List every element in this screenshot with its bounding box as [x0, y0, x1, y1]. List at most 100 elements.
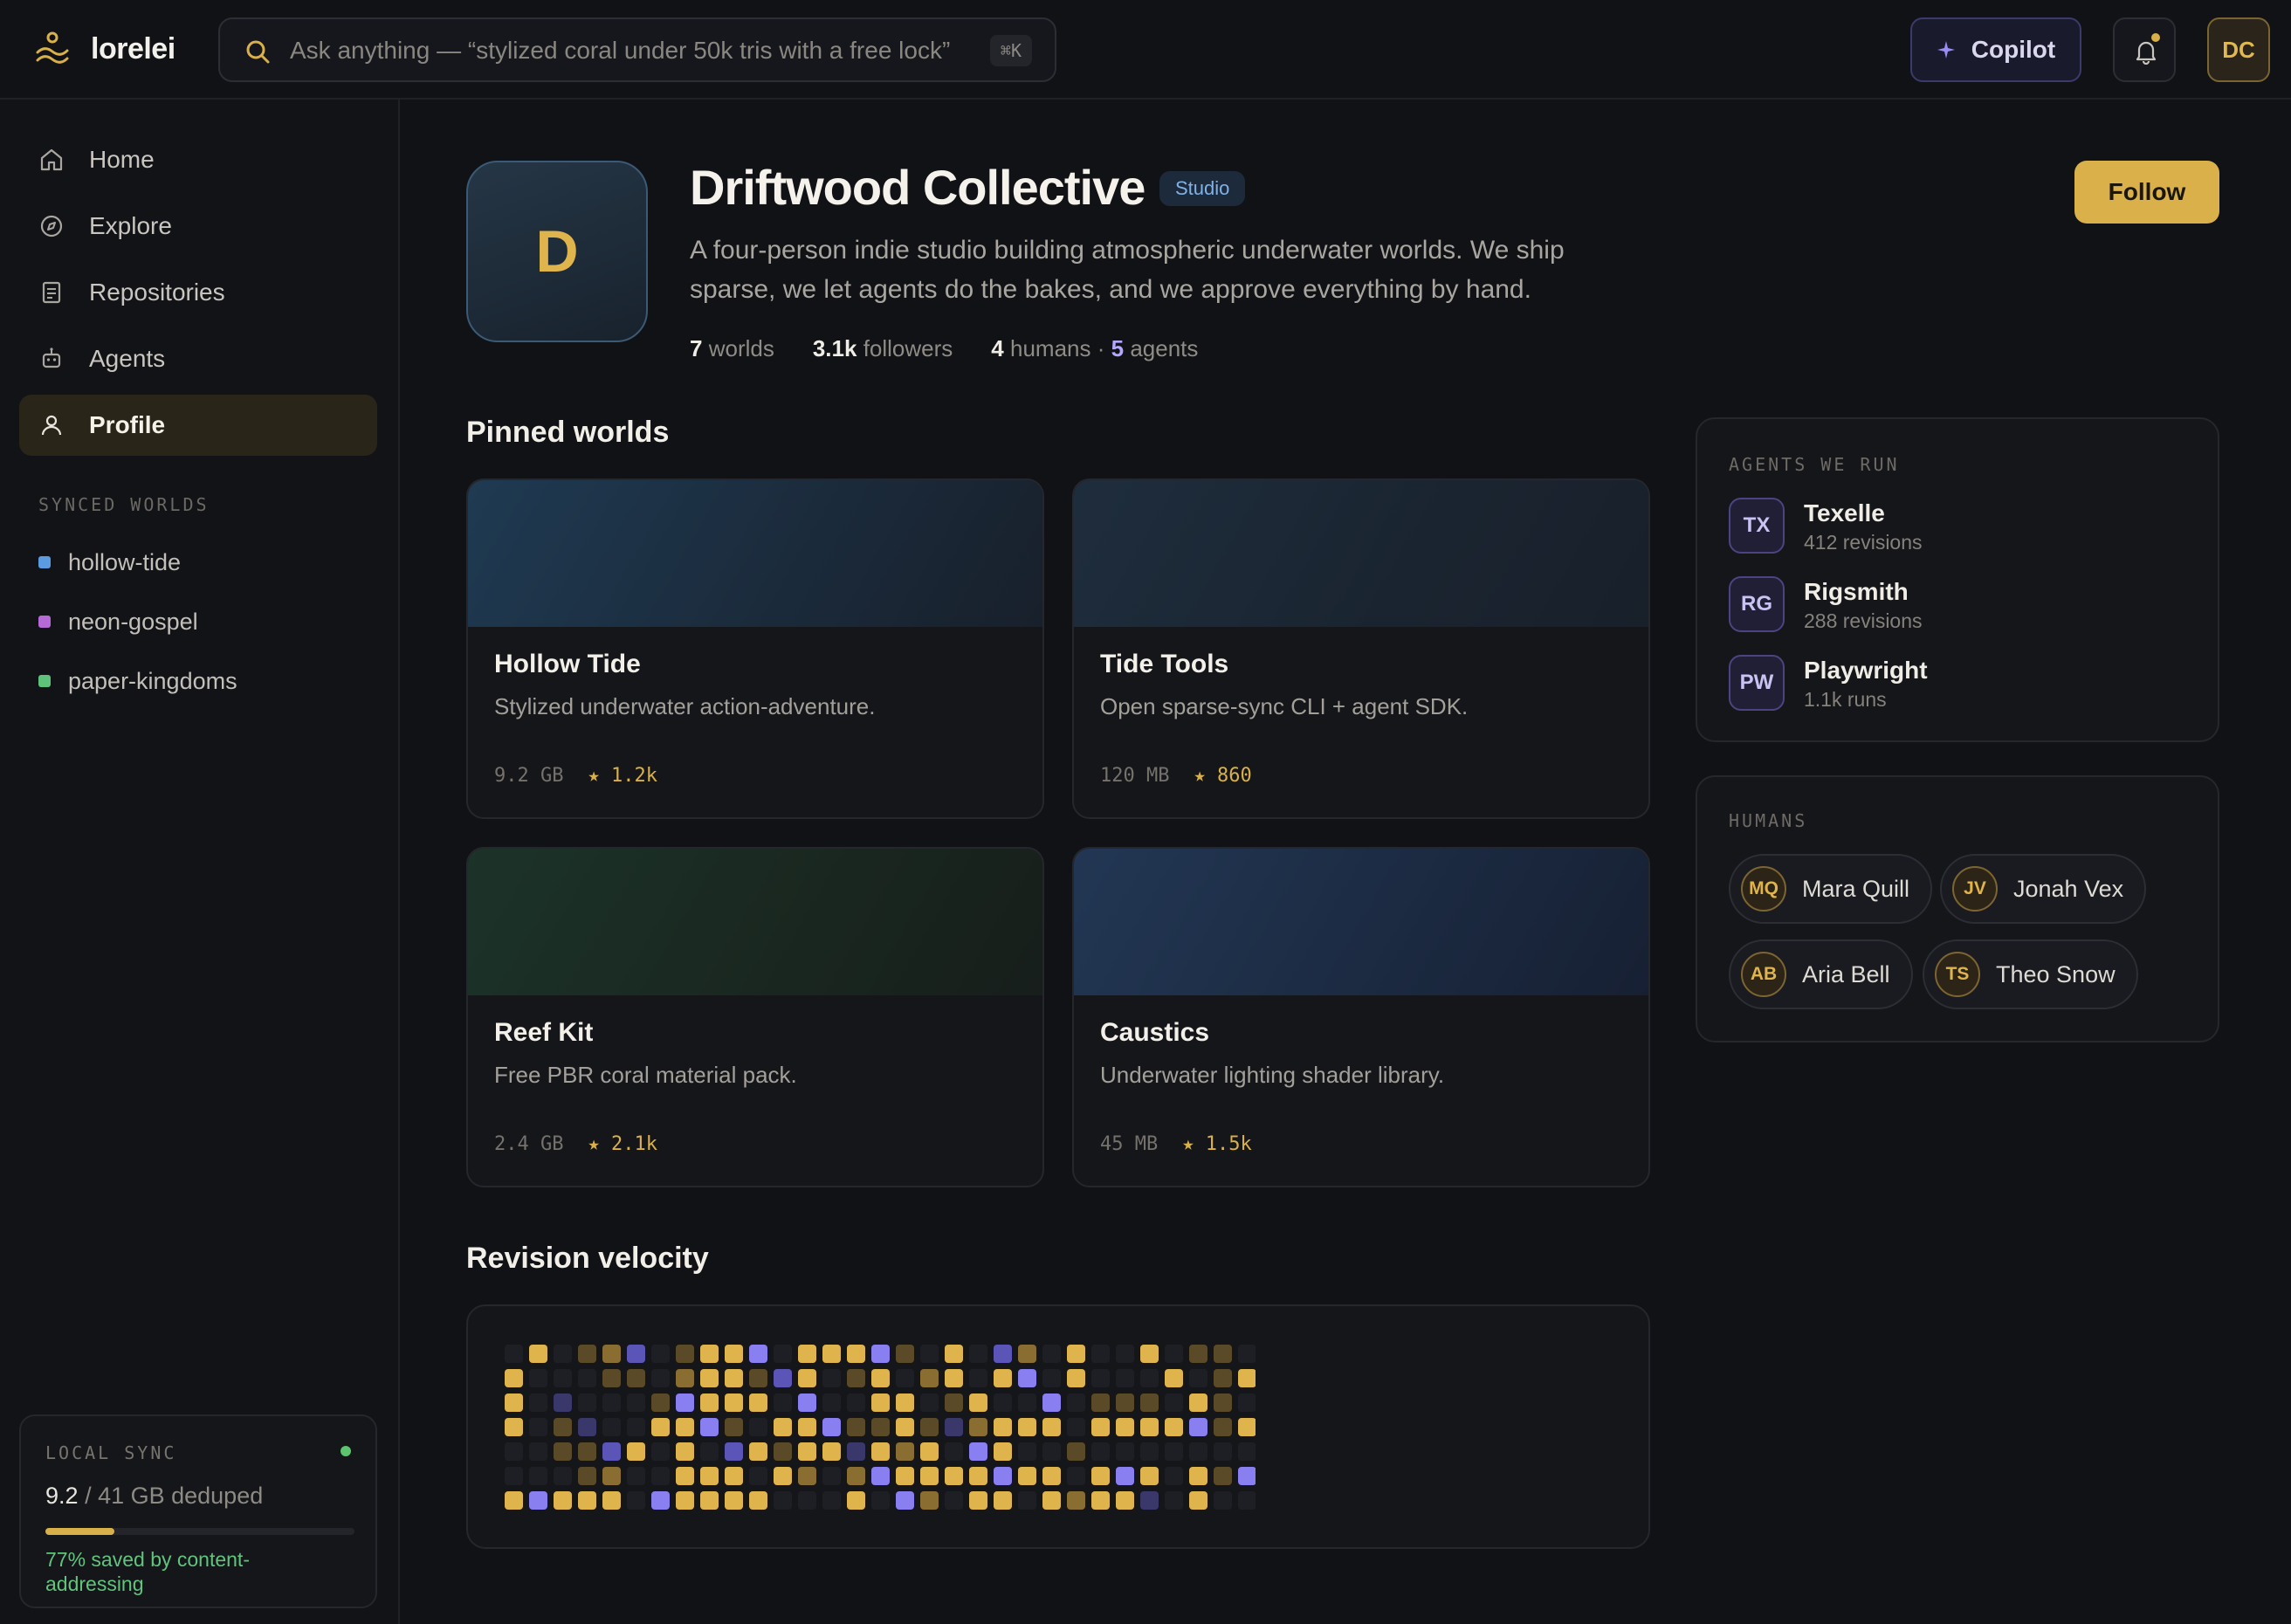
- synced-world-item[interactable]: hollow-tide: [38, 543, 181, 581]
- heatmap-cell: [1018, 1345, 1036, 1363]
- world-description: Stylized underwater action-adventure.: [494, 693, 876, 719]
- brand[interactable]: lorelei: [35, 26, 175, 72]
- heatmap-cell: [602, 1345, 621, 1363]
- notification-dot: [2151, 33, 2160, 42]
- heatmap-cell: [676, 1467, 694, 1485]
- human-name: Mara Quill: [1802, 875, 1910, 902]
- heatmap-cell: [749, 1442, 767, 1461]
- nav-label: Home: [89, 146, 155, 173]
- world-card-tide-tools[interactable]: Tide Tools Open sparse-sync CLI + agent …: [1072, 478, 1650, 819]
- heatmap-cell: [627, 1418, 645, 1436]
- heatmap-cell: [676, 1345, 694, 1363]
- copilot-button[interactable]: Copilot: [1910, 17, 2081, 82]
- heatmap-cell: [749, 1345, 767, 1363]
- heatmap-cell: [798, 1442, 816, 1461]
- heatmap-cell: [1042, 1345, 1061, 1363]
- heatmap-cell: [676, 1442, 694, 1461]
- synced-world-item[interactable]: paper-kingdoms: [38, 662, 237, 700]
- heatmap-cell: [627, 1491, 645, 1510]
- heatmap-cell: [1189, 1345, 1207, 1363]
- world-meta: 2.4 GB ★ 2.1k: [494, 1133, 657, 1155]
- agent-avatar: PW: [1729, 655, 1785, 711]
- human-chip-jonah-vex[interactable]: JV Jonah Vex: [1940, 854, 2147, 924]
- waves-logo-icon: [36, 31, 69, 64]
- world-description: Open sparse-sync CLI + agent SDK.: [1100, 693, 1469, 719]
- heatmap-cell: [1189, 1442, 1207, 1461]
- heatmap-cell: [798, 1418, 816, 1436]
- heatmap-cell: [847, 1369, 865, 1387]
- heatmap-cell: [1189, 1467, 1207, 1485]
- world-color-dot: [38, 556, 51, 568]
- heatmap-cell: [627, 1467, 645, 1485]
- heatmap-cell: [1189, 1491, 1207, 1510]
- nav-item-profile[interactable]: Profile: [19, 395, 377, 456]
- world-title: Hollow Tide: [494, 650, 641, 678]
- heatmap-cell: [1140, 1442, 1159, 1461]
- heatmap-cell: [1116, 1393, 1134, 1412]
- heatmap-cell: [945, 1418, 963, 1436]
- heatmap-cell: [1214, 1418, 1232, 1436]
- heatmap-cell: [602, 1467, 621, 1485]
- heatmap-cell: [969, 1491, 987, 1510]
- worlds-count: 7: [690, 335, 703, 361]
- nav-item-explore[interactable]: Explore: [19, 196, 377, 257]
- nav-label: Agents: [89, 345, 166, 372]
- world-card-caustics[interactable]: Caustics Underwater lighting shader libr…: [1072, 847, 1650, 1187]
- heatmap-cell: [725, 1442, 743, 1461]
- nav-label: Profile: [89, 411, 166, 438]
- nav-item-agents[interactable]: Agents: [19, 328, 377, 389]
- heatmap-cell: [1165, 1369, 1183, 1387]
- world-card-hollow-tide[interactable]: Hollow Tide Stylized underwater action-a…: [466, 478, 1044, 819]
- heatmap-cell: [554, 1418, 572, 1436]
- heatmap-cell: [1165, 1467, 1183, 1485]
- world-stars: ★ 1.2k: [588, 765, 657, 787]
- heatmap-cell: [1238, 1393, 1256, 1412]
- heatmap-cell: [505, 1393, 523, 1412]
- world-cover: [468, 849, 1042, 995]
- heatmap-cell: [1140, 1345, 1159, 1363]
- search-icon: [246, 40, 270, 64]
- heatmap-cell: [1091, 1393, 1110, 1412]
- world-description: Free PBR coral material pack.: [494, 1062, 797, 1088]
- human-chip-aria-bell[interactable]: AB Aria Bell: [1729, 939, 1913, 1009]
- heatmap-cell: [945, 1345, 963, 1363]
- heatmap-cell: [1140, 1491, 1159, 1510]
- user-avatar-button[interactable]: DC: [2207, 17, 2270, 82]
- heatmap-cell: [871, 1467, 890, 1485]
- heatmap-cell: [871, 1491, 890, 1510]
- copilot-label: Copilot: [1971, 36, 2056, 63]
- human-name: Theo Snow: [1996, 960, 2116, 987]
- nav-item-repositories[interactable]: Repositories: [19, 262, 377, 323]
- heatmap-cell: [1238, 1442, 1256, 1461]
- heatmap-cell: [798, 1345, 816, 1363]
- heatmap-cell: [871, 1418, 890, 1436]
- synced-world-item[interactable]: neon-gospel: [38, 602, 198, 641]
- search-bar[interactable]: ⌘K: [218, 17, 1056, 82]
- heatmap-cell: [505, 1467, 523, 1485]
- follow-button[interactable]: Follow: [2074, 161, 2219, 224]
- world-color-dot: [38, 675, 51, 687]
- human-avatar: MQ: [1741, 866, 1786, 912]
- heatmap-cell: [1214, 1369, 1232, 1387]
- heatmap-cell: [871, 1442, 890, 1461]
- heatmap-cell: [994, 1393, 1012, 1412]
- heatmap-cell: [749, 1393, 767, 1412]
- heatmap-cell: [651, 1418, 670, 1436]
- notifications-button[interactable]: [2113, 17, 2176, 82]
- heatmap-cell: [798, 1467, 816, 1485]
- nav-item-home[interactable]: Home: [19, 129, 377, 190]
- heatmap-cell: [896, 1442, 914, 1461]
- heatmap-cell: [651, 1345, 670, 1363]
- human-chip-mara-quill[interactable]: MQ Mara Quill: [1729, 854, 1933, 924]
- search-input[interactable]: [290, 31, 953, 70]
- heatmap-cell: [945, 1491, 963, 1510]
- heatmap-cell: [1091, 1369, 1110, 1387]
- heatmap-cell: [1091, 1345, 1110, 1363]
- heatmap-cell: [1140, 1369, 1159, 1387]
- world-card-reef-kit[interactable]: Reef Kit Free PBR coral material pack. 2…: [466, 847, 1044, 1187]
- heatmap-cell: [920, 1442, 939, 1461]
- heatmap-cell: [1165, 1491, 1183, 1510]
- agents-panel-label: AGENTS WE RUN: [1729, 454, 1900, 475]
- human-chip-theo-snow[interactable]: TS Theo Snow: [1923, 939, 2138, 1009]
- local-sync-label: LOCAL SYNC: [45, 1442, 177, 1463]
